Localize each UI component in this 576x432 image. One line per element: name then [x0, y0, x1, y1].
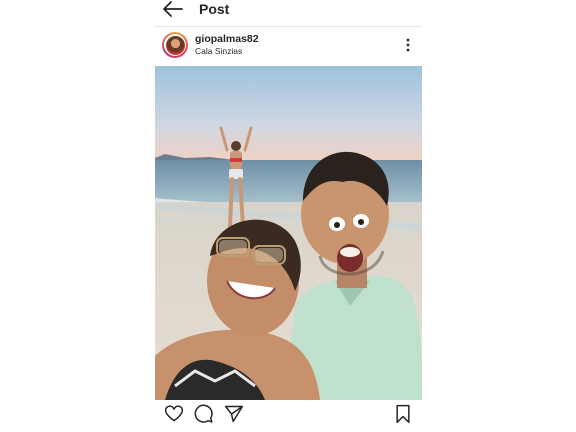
beach-selfie-image [155, 66, 422, 400]
location-link[interactable]: Cala Sinzias [195, 46, 242, 56]
arrow-left-icon[interactable] [162, 0, 184, 18]
send-icon[interactable] [224, 404, 244, 424]
page-title: Post [199, 1, 230, 17]
post-screen: Post giopalmas82 Cala Sinzias [154, 0, 422, 432]
comment-icon[interactable] [194, 404, 214, 424]
more-vertical-icon[interactable] [404, 37, 412, 53]
username-link[interactable]: giopalmas82 [195, 33, 259, 45]
avatar[interactable] [162, 32, 188, 58]
post-header: giopalmas82 Cala Sinzias [154, 28, 422, 64]
bookmark-icon[interactable] [393, 404, 413, 424]
post-actions [154, 402, 422, 428]
top-bar: Post [154, 0, 422, 27]
post-photo[interactable] [155, 66, 422, 400]
heart-icon[interactable] [164, 404, 184, 424]
